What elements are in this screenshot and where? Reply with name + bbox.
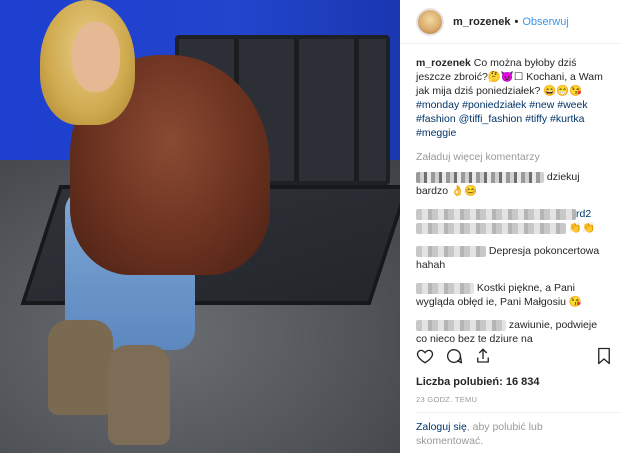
post-header: m_rozenek • Obserwuj bbox=[400, 0, 620, 44]
comment-text: 👏👏 bbox=[568, 222, 596, 234]
comment-item: Depresja pokoncertowa hahah bbox=[416, 244, 610, 272]
comment-redacted bbox=[416, 222, 566, 234]
comment-item: dziekuj bardzo 👌😊 bbox=[416, 170, 610, 198]
likes-count[interactable]: Liczba polubień: 16 834 bbox=[416, 376, 539, 388]
comment-username-redacted bbox=[416, 208, 576, 220]
header-dot: • bbox=[514, 15, 519, 28]
comment-item: rd2 👏👏 bbox=[416, 207, 610, 235]
comment-icon[interactable] bbox=[445, 347, 463, 368]
post-photo[interactable] bbox=[0, 0, 400, 453]
bookmark-icon[interactable] bbox=[596, 347, 612, 368]
comment-item: Kostki piękne, a Pani wygląda obłęd ie, … bbox=[416, 281, 610, 309]
load-more-comments[interactable]: Załaduj więcej komentarzy bbox=[416, 150, 610, 164]
post-time: 23 GODZ. TEMU bbox=[416, 395, 478, 404]
post-side-panel: m_rozenek • Obserwuj m_rozenek Co można … bbox=[400, 0, 620, 453]
post-caption: m_rozenek Co można byłoby dziś jeszcze z… bbox=[416, 56, 610, 140]
divider bbox=[416, 412, 620, 413]
comment-item: zawiunie, podwieje co nieco bez te dziur… bbox=[416, 318, 610, 344]
photo-person-face bbox=[72, 22, 120, 92]
header-username[interactable]: m_rozenek bbox=[453, 16, 510, 28]
post-actions bbox=[416, 347, 492, 368]
comment-username-redacted bbox=[416, 319, 506, 331]
caption-tags[interactable]: #monday #poniedziałek #new #week #fashio… bbox=[416, 99, 588, 139]
login-link[interactable]: Zaloguj się bbox=[416, 421, 467, 433]
comment-username-redacted bbox=[416, 245, 486, 257]
photo-boot-right bbox=[108, 345, 170, 445]
comment-text: rd2 bbox=[576, 208, 592, 220]
login-prompt: Zaloguj się, aby polubić lub skomentować… bbox=[416, 420, 606, 448]
caption-username[interactable]: m_rozenek bbox=[416, 57, 471, 69]
comments-list[interactable]: m_rozenek Co można byłoby dziś jeszcze z… bbox=[400, 44, 620, 344]
comment-username-redacted bbox=[416, 171, 544, 183]
share-icon[interactable] bbox=[474, 347, 492, 368]
photo-boot-left bbox=[48, 320, 113, 415]
follow-button[interactable]: Obserwuj bbox=[522, 16, 568, 28]
heart-icon[interactable] bbox=[416, 347, 434, 368]
avatar[interactable] bbox=[416, 7, 444, 36]
comment-username-redacted bbox=[416, 282, 474, 294]
